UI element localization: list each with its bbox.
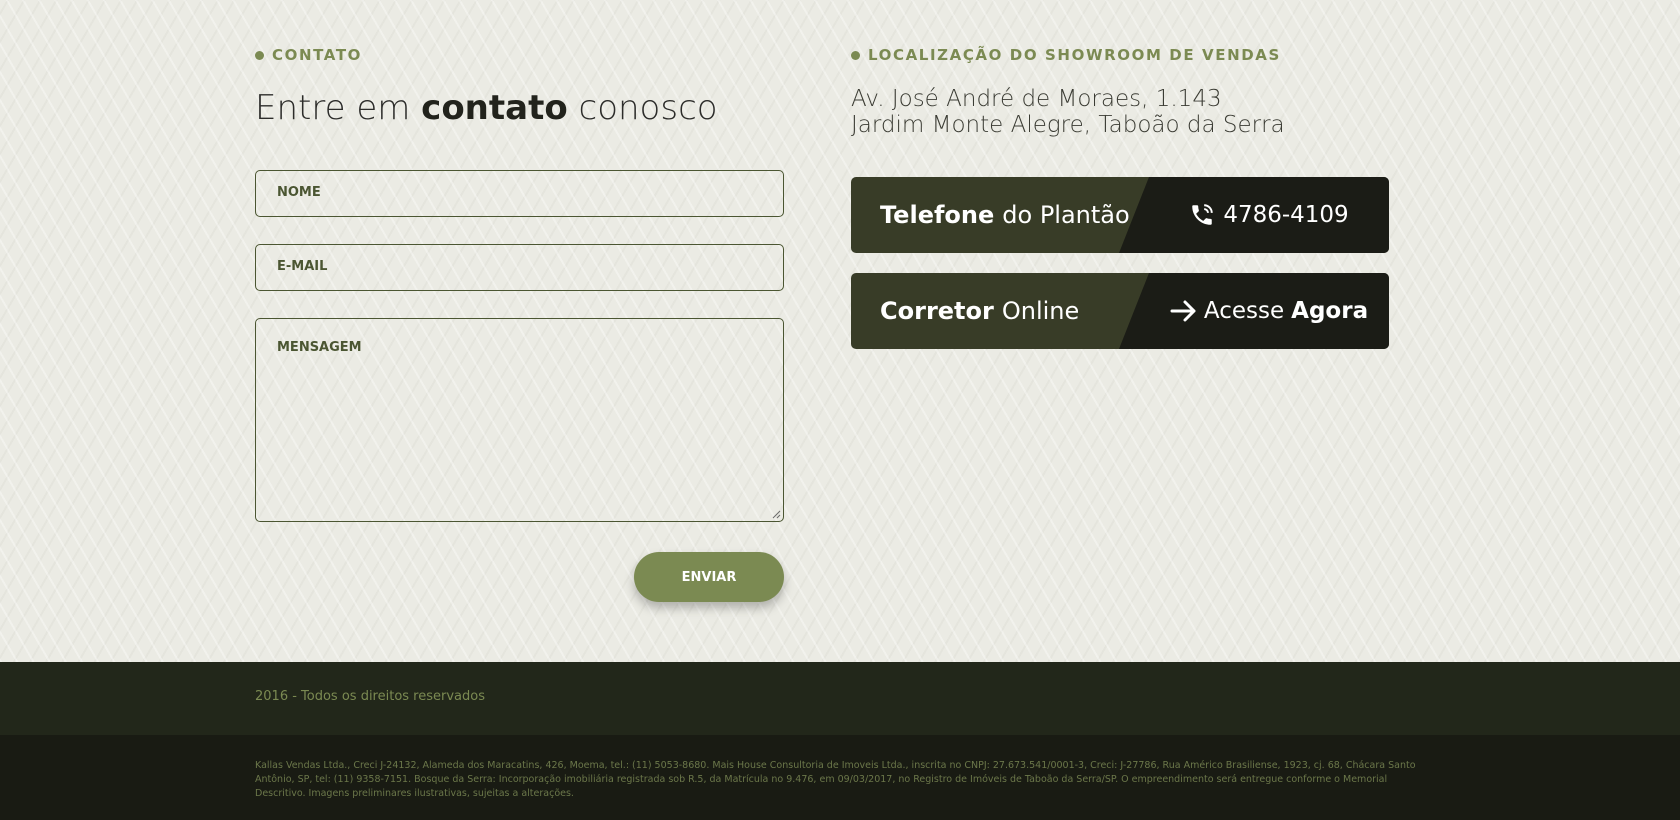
phone-icon [1192, 204, 1214, 225]
access-now-link[interactable]: Acesse Agora [1149, 273, 1389, 349]
copyright-text: 2016 - Todos os direitos reservados [255, 689, 485, 704]
name-field[interactable]: NOME [255, 170, 784, 217]
resize-handle-icon[interactable] [772, 510, 781, 519]
showroom-address: Av. José André de Moraes, 1.143 Jardim M… [851, 86, 1285, 138]
phone-card-title: Telefone do Plantão [880, 177, 1130, 253]
bullet-dot-icon [255, 50, 264, 60]
contact-section-label: CONTATO [255, 46, 362, 64]
email-field-placeholder: E-MAIL [277, 259, 328, 274]
location-section-label: LOCALIZAÇÃO DO SHOWROOM DE VENDAS [851, 46, 1281, 64]
broker-card-title-rest: Online [1001, 297, 1080, 325]
footer-copyright-bar: 2016 - Todos os direitos reservados [0, 662, 1680, 735]
contact-label-text: CONTATO [272, 46, 363, 64]
phone-number-link[interactable]: 4786-4109 [1149, 177, 1389, 253]
broker-online-card[interactable]: Corretor Online Acesse Agora [851, 273, 1389, 349]
access-now-bold: Agora [1291, 298, 1369, 324]
broker-card-title: Corretor Online [880, 273, 1079, 349]
phone-card-title-rest: do Plantão [1002, 201, 1130, 229]
footer-legal-bar: Kallas Vendas Ltda., Creci J-24132, Alam… [0, 735, 1680, 820]
address-line-1: Av. José André de Moraes, 1.143 [851, 86, 1222, 112]
address-line-2: Jardim Monte Alegre, Taboão da Serra [851, 112, 1285, 138]
broker-card-title-bold: Corretor [880, 297, 994, 325]
arrow-right-icon [1170, 300, 1196, 322]
location-label-text: LOCALIZAÇÃO DO SHOWROOM DE VENDAS [868, 46, 1281, 64]
email-field[interactable]: E-MAIL [255, 244, 784, 291]
bullet-dot-icon [851, 50, 860, 60]
contact-section: CONTATO Entre em contato conosco NOME E-… [0, 0, 1680, 662]
phone-card[interactable]: Telefone do Plantão 4786-4109 [851, 177, 1389, 253]
heading-prefix: Entre em [255, 88, 422, 128]
send-button[interactable]: ENVIAR [634, 552, 784, 602]
phone-card-title-bold: Telefone [880, 201, 995, 229]
legal-disclaimer: Kallas Vendas Ltda., Creci J-24132, Alam… [255, 760, 1416, 799]
name-field-placeholder: NOME [277, 185, 321, 200]
heading-bold: contato [421, 88, 568, 128]
message-field-placeholder: MENSAGEM [277, 340, 362, 355]
heading-suffix: conosco [567, 88, 718, 128]
message-textarea[interactable]: MENSAGEM [255, 318, 784, 522]
access-now-prefix: Acesse [1203, 298, 1285, 324]
phone-number-text: 4786-4109 [1223, 202, 1349, 228]
contact-heading: Entre em contato conosco [255, 88, 718, 128]
